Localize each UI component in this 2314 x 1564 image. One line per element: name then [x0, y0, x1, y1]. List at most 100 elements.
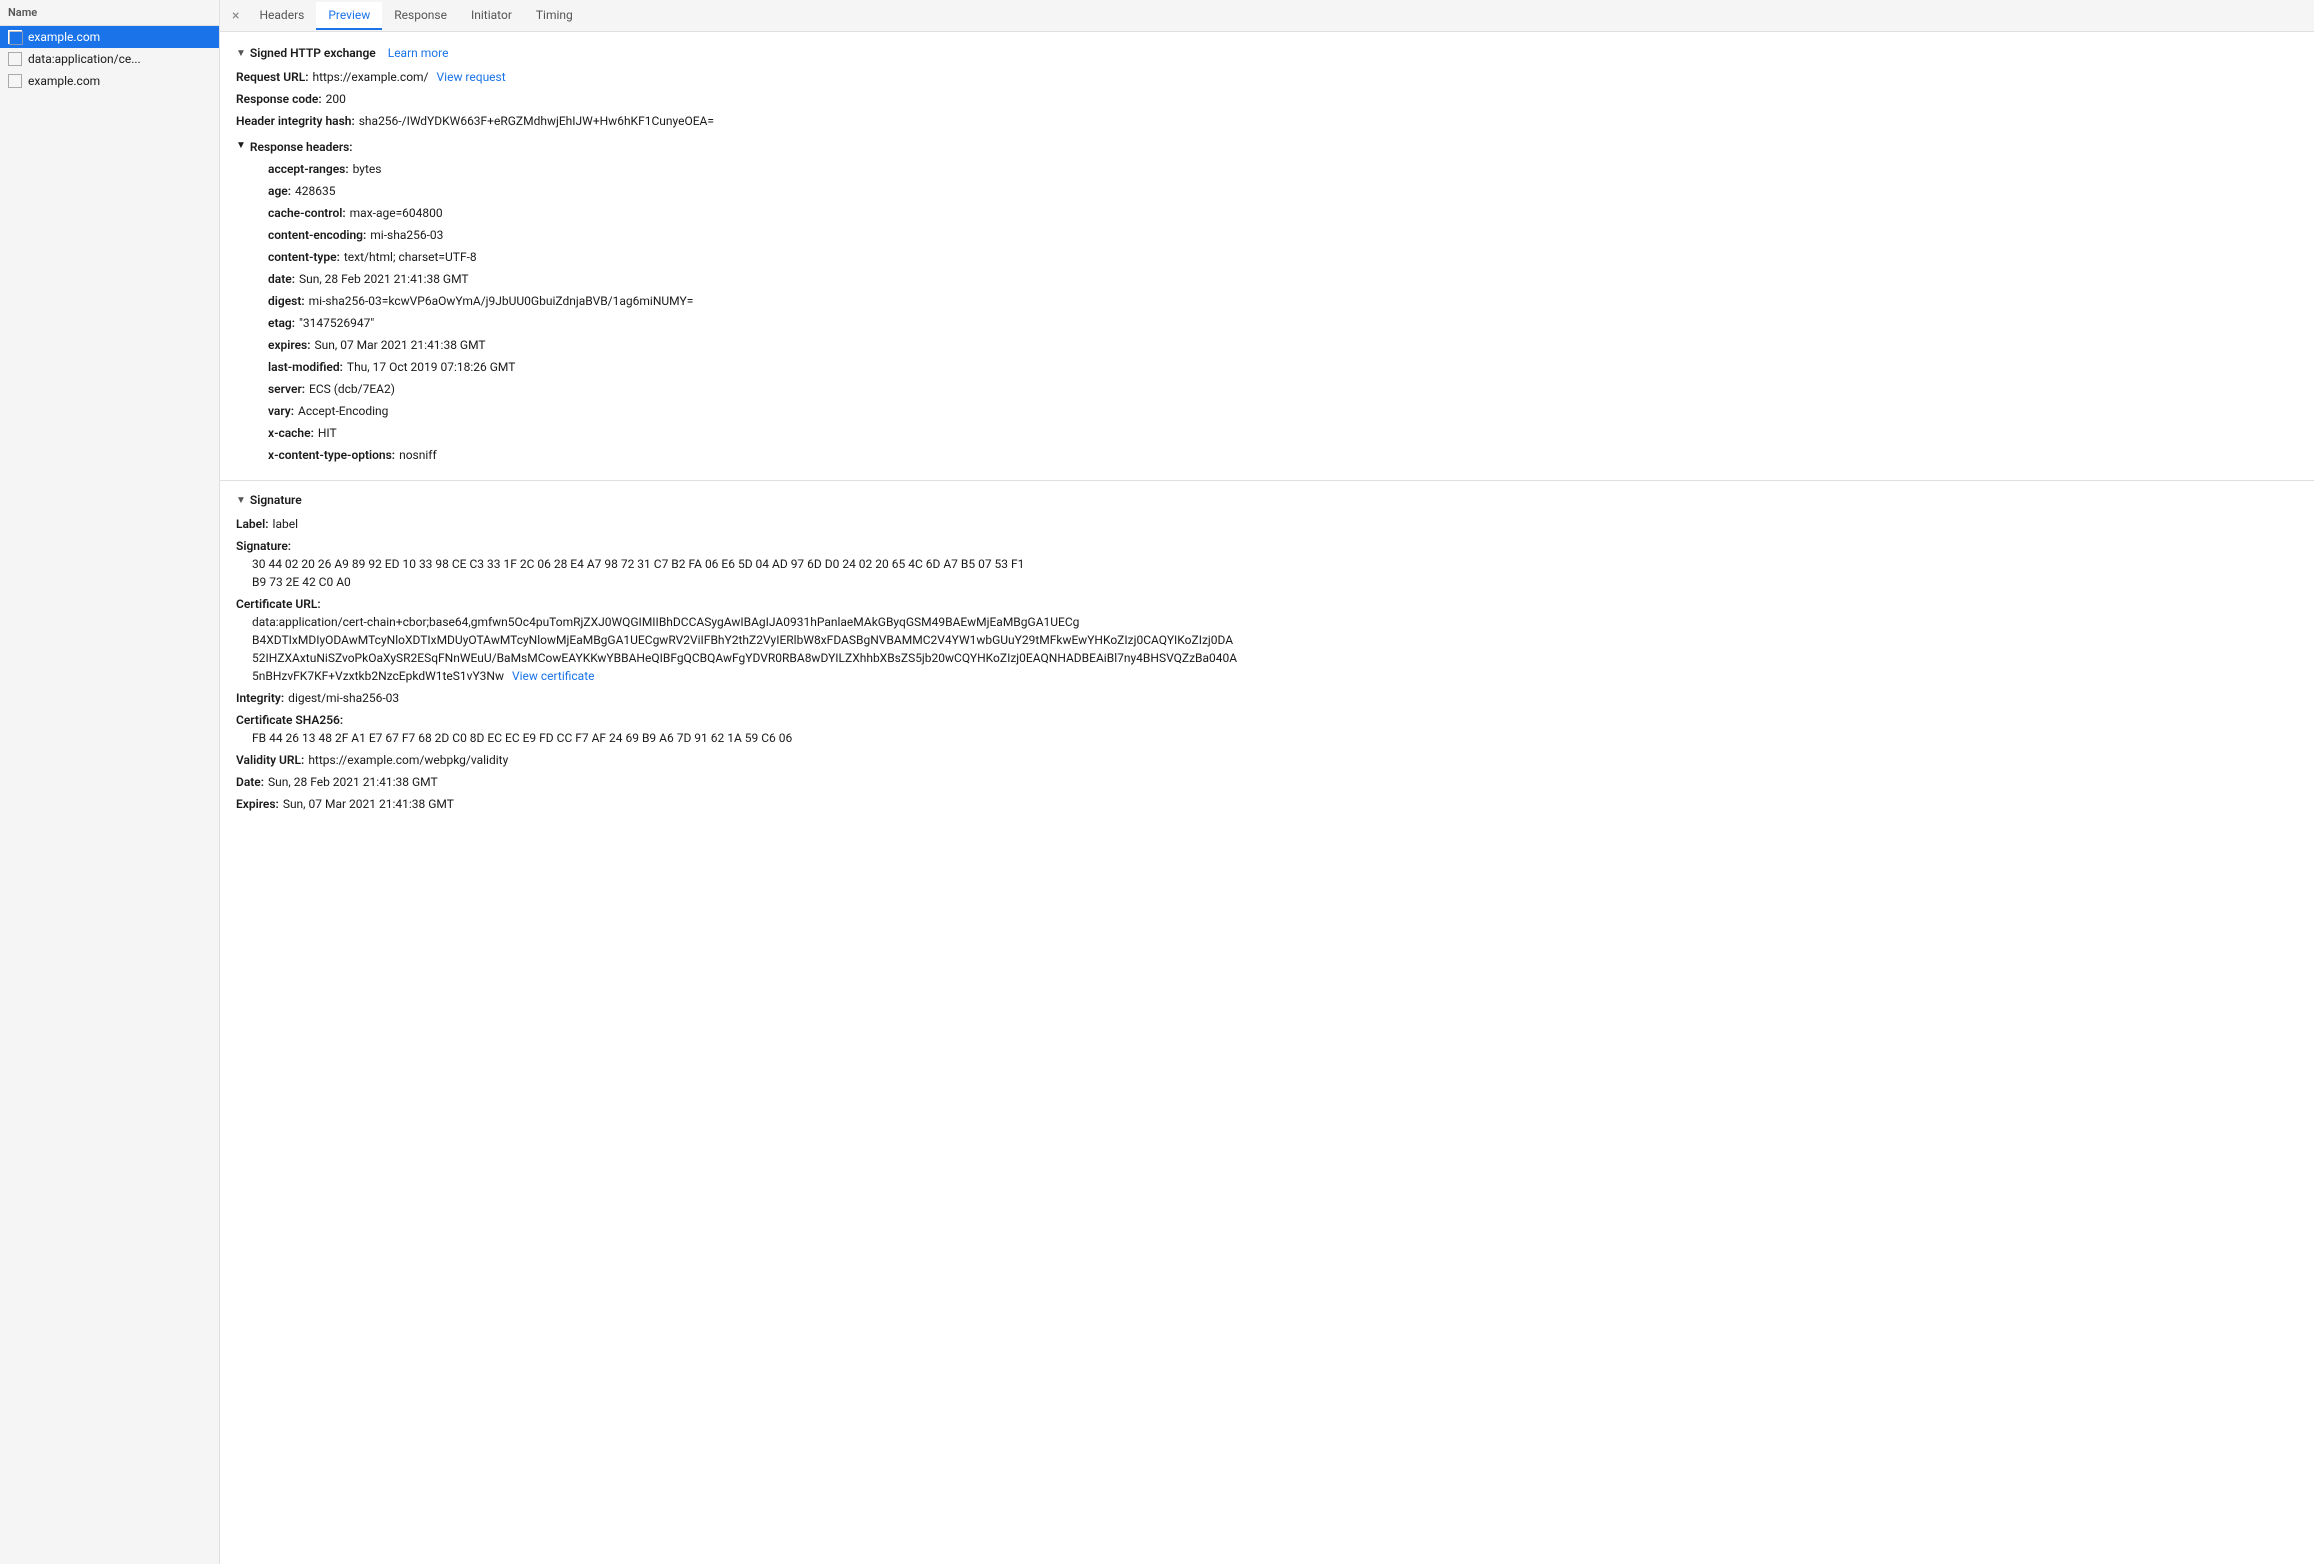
header-age: age: 428635: [268, 180, 2298, 202]
sidebar: Name example.com data:application/ce... …: [0, 0, 220, 1564]
cert-sha256-row: Certificate SHA256: FB 44 26 13 48 2F A1…: [236, 709, 2298, 749]
response-headers-header[interactable]: ▼ Response headers:: [236, 136, 2298, 158]
view-certificate-link[interactable]: View certificate: [512, 667, 595, 685]
last-modified-value: Thu, 17 Oct 2019 07:18:26 GMT: [347, 358, 515, 376]
validity-url-row: Validity URL: https://example.com/webpkg…: [236, 749, 2298, 771]
vary-label: vary:: [268, 402, 294, 420]
file-icon-2: [8, 52, 22, 66]
sidebar-item-label-3: example.com: [28, 74, 100, 88]
accept-ranges-value: bytes: [353, 160, 382, 178]
cert-url-value-container: data:application/cert-chain+cbor;base64,…: [236, 613, 1237, 685]
cert-url-line3: 52IHZXAxtuNiSZvoPkOaXySR2ESqFNnWEuU/BaMs…: [252, 649, 1237, 667]
signed-http-exchange-header[interactable]: ▼ Signed HTTP exchange Learn more: [220, 40, 2314, 66]
response-headers-label: Response headers:: [250, 138, 353, 156]
x-content-type-options-value: nosniff: [399, 446, 437, 464]
header-vary: vary: Accept-Encoding: [268, 400, 2298, 422]
cert-url-key: Certificate URL:: [236, 595, 321, 613]
content-encoding-label: content-encoding:: [268, 226, 366, 244]
tab-bar: × Headers Preview Response Initiator Tim…: [220, 0, 2314, 32]
sig-date-row: Date: Sun, 28 Feb 2021 21:41:38 GMT: [236, 771, 2298, 793]
cert-url-last-line: 5nBHzvFK7KF+Vzxtkb2NzcEpkdW1teS1vY3Nw Vi…: [252, 667, 1237, 685]
header-last-modified: last-modified: Thu, 17 Oct 2019 07:18:26…: [268, 356, 2298, 378]
sidebar-item-example-com-2[interactable]: example.com: [0, 70, 219, 92]
cert-sha256-key: Certificate SHA256:: [236, 711, 343, 729]
vary-value: Accept-Encoding: [298, 402, 388, 420]
tab-response[interactable]: Response: [382, 2, 459, 30]
expires-label: expires:: [268, 336, 311, 354]
signature-triangle-icon: ▼: [236, 495, 246, 506]
cache-control-value: max-age=604800: [350, 204, 443, 222]
integrity-key: Integrity:: [236, 689, 284, 707]
age-label: age:: [268, 182, 291, 200]
accept-ranges-label: accept-ranges:: [268, 160, 349, 178]
cert-url-row: Certificate URL: data:application/cert-c…: [236, 593, 2298, 687]
header-etag: etag: "3147526947": [268, 312, 2298, 334]
cert-url-line4: 5nBHzvFK7KF+Vzxtkb2NzcEpkdW1teS1vY3Nw: [252, 667, 504, 685]
content-type-label: content-type:: [268, 248, 340, 266]
header-integrity-label: Header integrity hash:: [236, 112, 355, 130]
validity-url-key: Validity URL:: [236, 751, 304, 769]
file-icon-3: [8, 74, 22, 88]
sidebar-item-example-com-1[interactable]: example.com: [0, 26, 219, 48]
integrity-value: digest/mi-sha256-03: [288, 689, 399, 707]
header-accept-ranges: accept-ranges: bytes: [268, 158, 2298, 180]
response-headers-triangle: ▼: [236, 138, 246, 153]
response-headers-fields: accept-ranges: bytes age: 428635 cache-c…: [236, 158, 2298, 466]
expires-value: Sun, 07 Mar 2021 21:41:38 GMT: [315, 336, 486, 354]
sidebar-item-label-1: example.com: [28, 30, 100, 44]
cert-sha256-value-container: FB 44 26 13 48 2F A1 E7 67 F7 68 2D C0 8…: [236, 729, 792, 747]
content-encoding-value: mi-sha256-03: [370, 226, 443, 244]
last-modified-label: last-modified:: [268, 358, 343, 376]
tab-headers[interactable]: Headers: [247, 2, 316, 30]
signed-http-exchange-title: Signed HTTP exchange: [250, 46, 376, 60]
signature-sig-key: Signature:: [236, 537, 291, 555]
header-cache-control: cache-control: max-age=604800: [268, 202, 2298, 224]
view-request-link[interactable]: View request: [437, 68, 506, 86]
sidebar-header: Name: [0, 0, 219, 26]
signature-section-header[interactable]: ▼ Signature: [220, 487, 2314, 513]
header-x-content-type-options: x-content-type-options: nosniff: [268, 444, 2298, 466]
header-server: server: ECS (dcb/7EA2): [268, 378, 2298, 400]
learn-more-link[interactable]: Learn more: [388, 46, 449, 60]
date-label: date:: [268, 270, 295, 288]
age-value: 428635: [295, 182, 335, 200]
request-url-label: Request URL:: [236, 68, 308, 86]
tab-initiator[interactable]: Initiator: [459, 2, 524, 30]
cert-sha256-value: FB 44 26 13 48 2F A1 E7 67 F7 68 2D C0 8…: [252, 729, 792, 747]
sig-expires-row: Expires: Sun, 07 Mar 2021 21:41:38 GMT: [236, 793, 2298, 815]
sidebar-item-data-app[interactable]: data:application/ce...: [0, 48, 219, 70]
etag-label: etag:: [268, 314, 295, 332]
integrity-row: Integrity: digest/mi-sha256-03: [236, 687, 2298, 709]
response-code-row: Response code: 200: [236, 88, 2298, 110]
x-content-type-options-label: x-content-type-options:: [268, 446, 395, 464]
tab-close-button[interactable]: ×: [224, 4, 247, 28]
content-type-value: text/html; charset=UTF-8: [344, 248, 477, 266]
request-url-row: Request URL: https://example.com/ View r…: [236, 66, 2298, 88]
request-url-value: https://example.com/: [312, 68, 428, 86]
header-content-encoding: content-encoding: mi-sha256-03: [268, 224, 2298, 246]
triangle-icon: ▼: [236, 48, 246, 59]
header-date: date: Sun, 28 Feb 2021 21:41:38 GMT: [268, 268, 2298, 290]
server-label: server:: [268, 380, 305, 398]
date-value: Sun, 28 Feb 2021 21:41:38 GMT: [299, 270, 469, 288]
signature-section-title: Signature: [250, 493, 302, 507]
x-cache-value: HIT: [318, 424, 337, 442]
sig-date-key: Date:: [236, 773, 264, 791]
header-integrity-row: Header integrity hash: sha256-/IWdYDKW66…: [236, 110, 2298, 132]
tab-preview[interactable]: Preview: [316, 2, 382, 30]
cert-url-line2: B4XDTIxMDIyODAwMTcyNloXDTIxMDUyOTAwMTcyN…: [252, 631, 1237, 649]
file-icon: [8, 30, 22, 44]
digest-value: mi-sha256-03=kcwVP6aOwYmA/j9JbUU0GbuiZdn…: [309, 292, 694, 310]
digest-label: digest:: [268, 292, 305, 310]
tab-timing[interactable]: Timing: [524, 2, 585, 30]
signature-sig-line1: 30 44 02 20 26 A9 89 92 ED 10 33 98 CE C…: [252, 555, 1024, 573]
etag-value: "3147526947": [299, 314, 374, 332]
header-integrity-value: sha256-/IWdYDKW663F+eRGZMdhwjEhIJW+Hw6hK…: [359, 112, 714, 130]
section-divider: [220, 480, 2314, 481]
signature-sig-row: Signature: 30 44 02 20 26 A9 89 92 ED 10…: [236, 535, 2298, 593]
signature-sig-line2: B9 73 2E 42 C0 A0: [252, 573, 1024, 591]
sig-date-value: Sun, 28 Feb 2021 21:41:38 GMT: [268, 773, 438, 791]
signature-sig-value-container: 30 44 02 20 26 A9 89 92 ED 10 33 98 CE C…: [236, 555, 1024, 591]
signature-label-row: Label: label: [236, 513, 2298, 535]
sig-expires-value: Sun, 07 Mar 2021 21:41:38 GMT: [283, 795, 454, 813]
